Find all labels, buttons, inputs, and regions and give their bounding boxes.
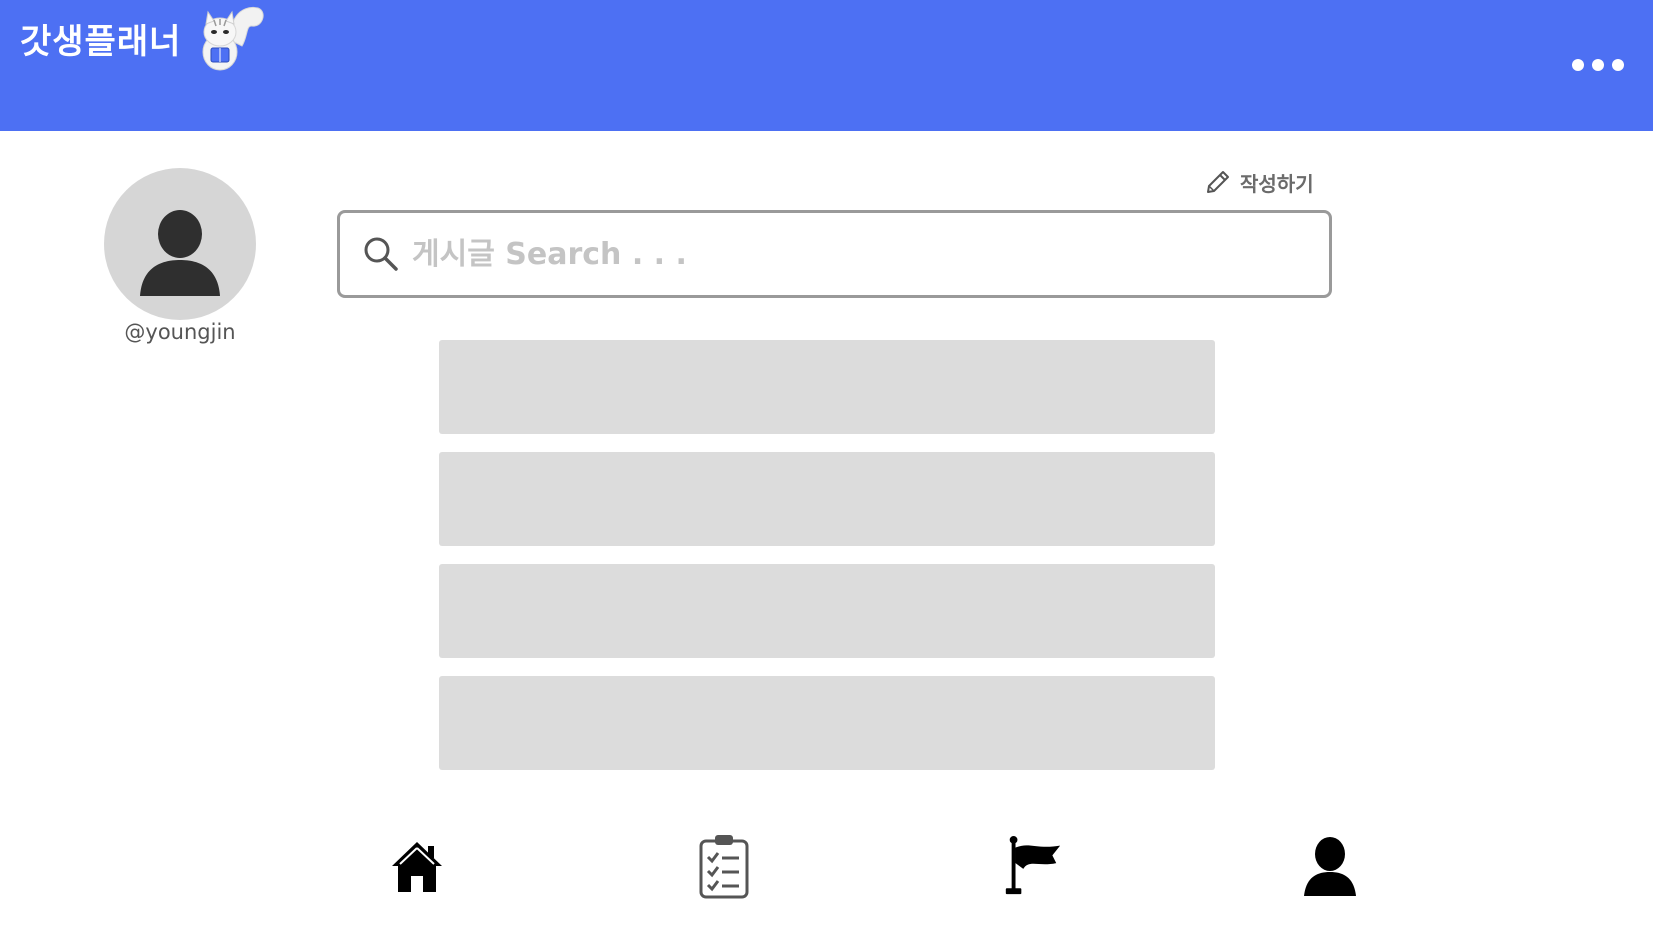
profile-icon [1304,837,1356,896]
post-list-item[interactable] [439,564,1215,658]
post-list-item[interactable] [439,452,1215,546]
post-search-box[interactable] [337,210,1332,298]
post-list-item[interactable] [439,676,1215,770]
squirrel-mascot-logo [202,6,264,71]
bottom-navigation [0,830,1653,929]
user-avatar-icon [140,210,220,296]
post-search-input[interactable] [410,223,1314,285]
app-title: 갓생플래너 [20,22,182,62]
checklist-icon [699,835,749,899]
nav-checklist-button[interactable] [692,830,756,902]
pencil-icon [1207,171,1229,193]
community-page: 갓생플래너 @youngjin 작성하기 게시글 Search . . . [0,0,1653,929]
post-list-item[interactable] [439,340,1215,434]
top-header: 갓생플래너 [0,0,1653,131]
write-post-button[interactable]: 작성하기 [1204,166,1314,198]
nav-home-button[interactable] [385,830,449,902]
post-list [439,340,1215,788]
write-post-label: 작성하기 [1240,171,1314,196]
search-icon [364,237,398,271]
nav-goal-button[interactable] [1000,830,1064,902]
more-options-button[interactable] [1568,52,1628,78]
nav-profile-button[interactable] [1298,830,1362,902]
profile-username: @youngjin [124,320,236,344]
flag-icon [1005,835,1061,895]
home-icon [392,842,442,892]
profile-avatar[interactable] [104,168,256,320]
